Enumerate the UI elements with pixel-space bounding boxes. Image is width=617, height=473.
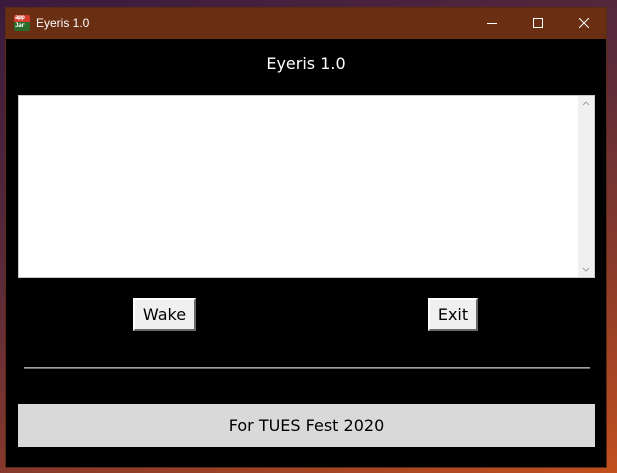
vertical-scrollbar[interactable]: [578, 96, 594, 277]
scroll-down-arrow-icon[interactable]: [581, 266, 591, 274]
maximize-button[interactable]: [515, 8, 561, 39]
scroll-up-arrow-icon[interactable]: [581, 99, 591, 107]
close-button[interactable]: [561, 8, 607, 39]
footer-label: For TUES Fest 2020: [18, 404, 595, 447]
maximize-icon: [533, 18, 543, 28]
close-icon: [579, 18, 589, 28]
app-heading: Eyeris 1.0: [266, 54, 346, 73]
app-window: app Jar Eyeris 1.0 Eyeris 1.0 Wake Exit …: [5, 7, 607, 468]
title-bar[interactable]: app Jar Eyeris 1.0: [6, 8, 606, 39]
minimize-icon: [487, 23, 497, 24]
minimize-button[interactable]: [469, 8, 515, 39]
separator: [24, 367, 590, 369]
exit-button[interactable]: Exit: [428, 298, 478, 331]
output-textarea[interactable]: [18, 95, 595, 278]
wake-button[interactable]: Wake: [133, 298, 196, 331]
window-title: Eyeris 1.0: [36, 16, 90, 30]
java-app-icon: app Jar: [14, 15, 30, 31]
